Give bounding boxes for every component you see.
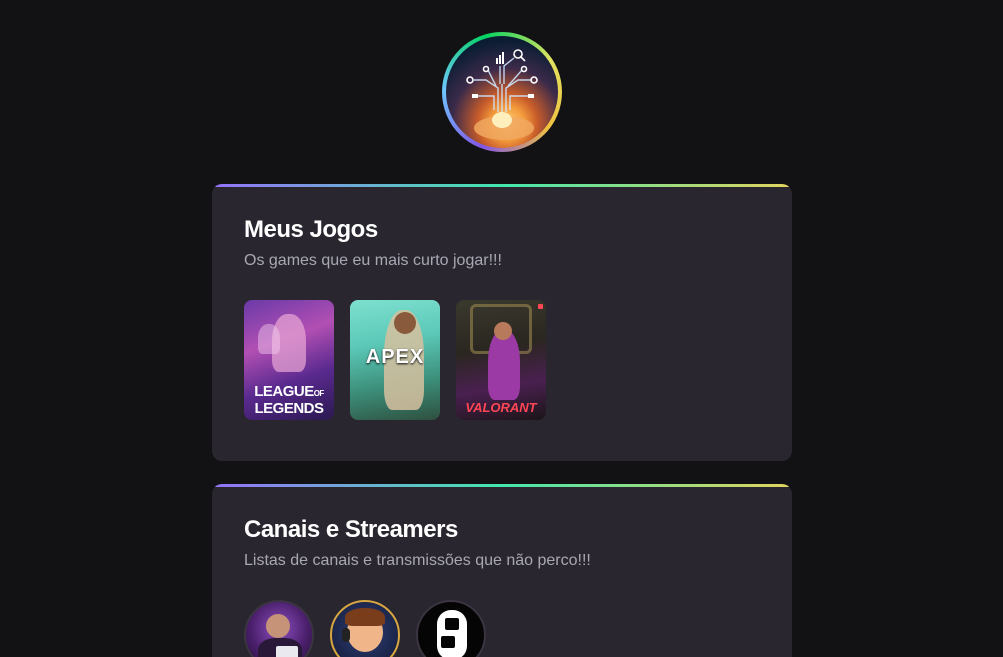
streamer-hair xyxy=(345,608,385,626)
channel-logo-cut xyxy=(441,636,455,648)
game-art xyxy=(538,304,543,309)
profile-avatar xyxy=(442,32,562,152)
games-card: Meus Jogos Os games que eu mais curto jo… xyxy=(212,184,792,461)
game-art xyxy=(394,312,416,334)
game-logo-league-of-legends: LEAGUEOF LEGENDS xyxy=(254,383,324,417)
game-art xyxy=(494,322,512,340)
game-art xyxy=(258,324,280,354)
game-card-league-of-legends[interactable]: LEAGUEOF LEGENDS xyxy=(244,300,334,420)
game-card-apex-legends[interactable]: APEX xyxy=(350,300,440,420)
channel-logo-cut xyxy=(445,618,459,630)
streamer-avatar-3[interactable] xyxy=(416,600,486,657)
laptop-icon xyxy=(276,646,298,657)
game-logo-valorant: VALORANT xyxy=(465,400,537,415)
streamers-list xyxy=(244,600,486,657)
streamers-subtitle: Listas de canais e transmissões que não … xyxy=(244,552,591,569)
streamers-title: Canais e Streamers xyxy=(244,516,458,543)
games-list: LEAGUEOF LEGENDS APEX VALORANT xyxy=(244,300,546,420)
streamer-face xyxy=(266,614,290,638)
game-art xyxy=(488,330,520,400)
page: Meus Jogos Os games que eu mais curto jo… xyxy=(0,0,1003,657)
circuit-hand-icon xyxy=(446,36,558,148)
games-title: Meus Jogos xyxy=(244,216,378,243)
games-subtitle: Os games que eu mais curto jogar!!! xyxy=(244,252,502,269)
streamer-avatar-1[interactable] xyxy=(244,600,314,657)
streamers-card: Canais e Streamers Listas de canais e tr… xyxy=(212,484,792,657)
game-card-valorant[interactable]: VALORANT xyxy=(456,300,546,420)
streamer-avatar-2[interactable] xyxy=(330,600,400,657)
headset-icon xyxy=(342,628,350,642)
game-logo-apex: APEX xyxy=(365,346,425,368)
